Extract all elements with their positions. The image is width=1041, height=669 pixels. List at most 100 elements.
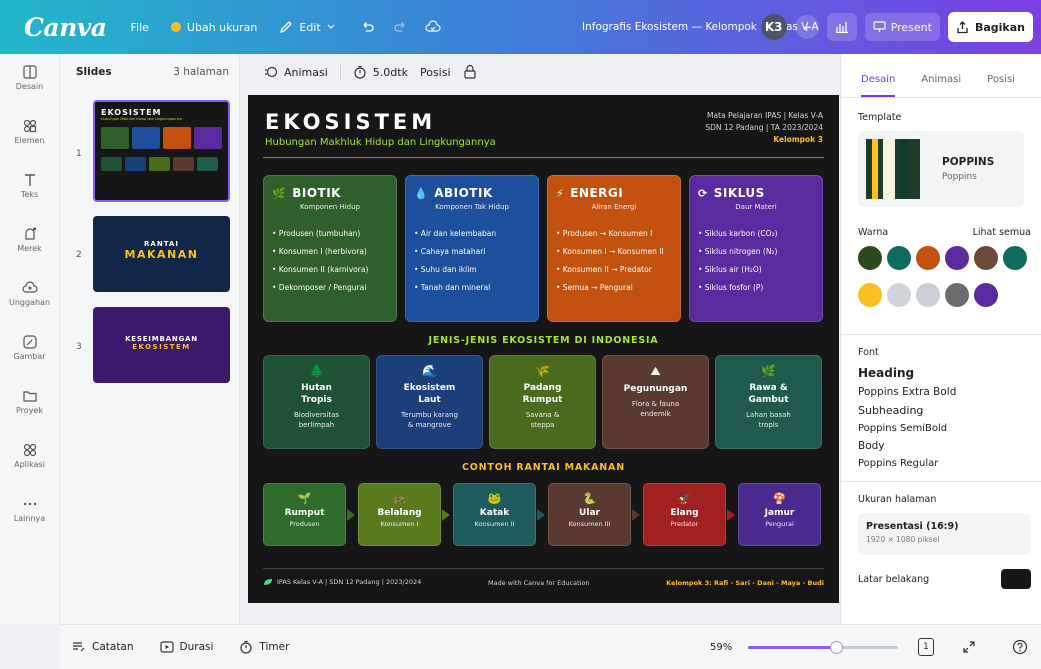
insights-button[interactable]: [826, 13, 857, 41]
tab-position[interactable]: Posisi: [987, 74, 1015, 97]
template-card[interactable]: POPPINS Poppins: [858, 131, 1024, 207]
category-subtitle: Komponen Hidup: [299, 203, 360, 211]
see-all-colors-link[interactable]: Lihat semua: [973, 227, 1031, 238]
share-button[interactable]: Bagikan: [947, 12, 1033, 42]
category-card-energi[interactable]: ⚡ ENERGI Aliran Energi • Produsen → Konsume…: [547, 175, 681, 322]
animate-button[interactable]: Animasi: [264, 65, 328, 79]
crown-icon: [170, 22, 181, 32]
food-chain-card[interactable]: 🌱 Rumput Produsen: [263, 483, 346, 546]
slide-thumbnail-2[interactable]: RANTAI MAKANAN: [93, 216, 230, 292]
help-icon[interactable]: [1012, 639, 1028, 655]
rail-item-teks[interactable]: Teks: [0, 172, 59, 220]
ecosystem-title: Hutan Tropis: [301, 383, 332, 405]
food-chain-card[interactable]: 🍄 Jamur Pengurai: [738, 483, 821, 546]
food-chain-arrow: [632, 509, 640, 521]
timer-button[interactable]: Timer: [239, 640, 289, 654]
color-swatch[interactable]: [945, 246, 969, 270]
duration-bottom-button[interactable]: Durasi: [159, 641, 213, 653]
rail-item-lainnya[interactable]: Lainnya: [0, 496, 59, 544]
tab-animation[interactable]: Animasi: [921, 74, 961, 97]
category-icon: ⟳: [698, 187, 708, 200]
font-body-name[interactable]: Poppins Regular: [858, 458, 1041, 469]
category-item: • Air dan kelembaban: [414, 229, 497, 238]
ecosystem-card[interactable]: 🌲 Hutan Tropis Biodiversitas berlimpah: [263, 355, 370, 449]
timer-label: Timer: [259, 641, 290, 653]
category-title: BIOTIK: [292, 186, 341, 200]
category-card-abiotik[interactable]: 💧 ABIOTIK Komponen Tak Hidup • Air dan kele…: [405, 175, 539, 322]
rail-item-unggahan[interactable]: Unggahan: [0, 280, 59, 328]
font-subheading-label[interactable]: Subheading: [858, 404, 1041, 417]
file-label: File: [130, 20, 149, 34]
slide-thumbnail-3[interactable]: KESEIMBANGAN EKOSISTEM: [93, 307, 230, 383]
undo-icon[interactable]: [361, 20, 375, 34]
food-chain-icon: 🦅: [677, 492, 692, 505]
tab-design[interactable]: Desain: [861, 74, 896, 97]
zoom-slider-thumb[interactable]: [830, 641, 844, 654]
font-heading-name[interactable]: Poppins Extra Bold: [858, 386, 1041, 398]
color-swatch[interactable]: [916, 246, 940, 270]
add-collaborator-button[interactable]: +: [794, 15, 819, 39]
edit-menu[interactable]: Edit: [279, 20, 335, 34]
font-heading-label[interactable]: Heading: [858, 366, 1041, 380]
food-chain-card[interactable]: 🦗 Belalang Konsumen I: [358, 483, 441, 546]
food-chain-title: Rumput: [284, 508, 325, 518]
resize-button[interactable]: Ubah ukuran: [170, 20, 258, 34]
color-swatch[interactable]: [916, 283, 940, 307]
food-chain-role: Konsumen II: [474, 520, 515, 528]
rail-label: Gambar: [13, 352, 46, 361]
color-swatch[interactable]: [858, 246, 882, 270]
rail-item-desain[interactable]: Desain: [0, 64, 59, 112]
color-swatch[interactable]: [974, 246, 998, 270]
slide-thumbnail-1[interactable]: EKOSISTEM Hubungan Makhluk Hidup dan Lin…: [93, 100, 230, 202]
present-button[interactable]: Present: [864, 13, 940, 41]
duration-button[interactable]: 5.0dtk: [353, 65, 408, 79]
lock-icon[interactable]: [463, 64, 477, 80]
ecosystem-card[interactable]: 🌾 Padang Rumput Savana & steppa: [489, 355, 596, 449]
cloud-saved-icon[interactable]: [425, 20, 441, 34]
rail-item-gambar[interactable]: Gambar: [0, 334, 59, 382]
rail-item-merek[interactable]: Merek: [0, 226, 59, 274]
category-card-siklus[interactable]: ⟳ SIKLUS Daur Materi • Siklus karbon (CO₂) •…: [689, 175, 823, 322]
canva-logo[interactable]: Canva: [24, 13, 107, 42]
font-subheading-name[interactable]: Poppins SemiBold: [858, 423, 1041, 434]
user-avatar[interactable]: K3: [760, 14, 787, 40]
color-swatch[interactable]: [1003, 246, 1027, 270]
background-color-swatch[interactable]: [1001, 569, 1031, 589]
notes-button[interactable]: Catatan: [72, 641, 134, 653]
category-card-biotik[interactable]: 🌿 BIOTIK Komponen Hidup • Produsen (tumbuha…: [263, 175, 397, 322]
food-chain-card[interactable]: 🐸 Katak Konsumen II: [453, 483, 536, 546]
ecosystem-card[interactable]: ⛰ Pegunungan Flora & fauna endemik: [602, 355, 709, 449]
page-size-card[interactable]: Presentasi (16:9) 1920 × 1080 piksel: [858, 513, 1031, 555]
food-chain-role: Predator: [670, 520, 699, 528]
resize-label: Ubah ukuran: [186, 20, 258, 34]
fullscreen-icon[interactable]: [962, 640, 976, 654]
rail-label: Teks: [20, 190, 39, 199]
ecosystem-section-title: JENIS-JENIS EKOSISTEM DI INDONESIA: [428, 335, 659, 346]
rail-item-elemen[interactable]: Elemen: [0, 118, 59, 166]
rail-label: Aplikasi: [14, 460, 45, 469]
color-swatch[interactable]: [945, 283, 969, 307]
color-swatch[interactable]: [887, 283, 911, 307]
file-menu[interactable]: File: [131, 21, 149, 34]
draw-icon: [22, 335, 37, 349]
rail-item-aplikasi[interactable]: Aplikasi: [0, 442, 59, 490]
color-label: Warna: [858, 227, 889, 238]
share-label: Bagikan: [974, 20, 1025, 34]
category-item: • Konsumen I (herbivora): [272, 247, 367, 256]
rail-item-proyek[interactable]: Proyek: [0, 388, 59, 436]
ecosystem-card[interactable]: 🌊 Ekosistem Laut Terumbu karang & mangrove: [376, 355, 483, 449]
font-body-label[interactable]: Body: [858, 440, 1041, 452]
position-button[interactable]: Posisi: [420, 66, 451, 79]
ecosystem-card[interactable]: 🌿 Rawa & Gambut Lahan basah tropis: [715, 355, 822, 449]
zoom-slider[interactable]: [748, 641, 898, 654]
food-chain-card[interactable]: 🦅 Elang Predator: [643, 483, 726, 546]
food-chain-card[interactable]: 🐍 Ular Konsumen III: [548, 483, 631, 546]
food-chain-icon: 🐸: [487, 492, 502, 505]
color-swatch[interactable]: [974, 283, 998, 307]
slide-canvas[interactable]: EKOSISTEM Hubungan Makhluk Hidup dan Lin…: [248, 95, 839, 603]
redo-icon[interactable]: [393, 20, 407, 34]
color-swatch[interactable]: [858, 283, 882, 307]
color-swatch[interactable]: [887, 246, 911, 270]
page-count-button[interactable]: 1: [918, 638, 934, 656]
stopwatch-icon: [354, 65, 366, 79]
